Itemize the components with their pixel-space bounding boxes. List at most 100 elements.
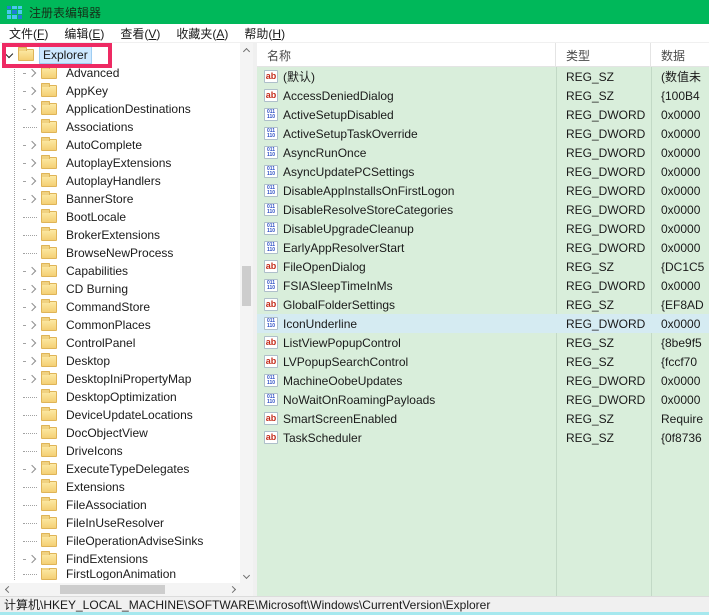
value-row-fsiasleeptimeinms[interactable]: FSIASleepTimeInMs REG_DWORD 0x0000 — [257, 276, 709, 295]
value-row--[interactable]: (默认) REG_SZ (数值未 — [257, 67, 709, 86]
value-row-iconunderline[interactable]: IconUnderline REG_DWORD 0x0000 — [257, 314, 709, 333]
tree-item-commonplaces[interactable]: CommonPlaces — [15, 316, 240, 334]
tree-item-label[interactable]: FileOperationAdviseSinks — [63, 533, 206, 549]
tree-item-label[interactable]: DocObjectView — [63, 425, 151, 441]
tree-item-deviceupdatelocations[interactable]: DeviceUpdateLocations — [15, 406, 240, 424]
tree-item-advanced[interactable]: Advanced — [15, 64, 240, 82]
tree-item-capabilities[interactable]: Capabilities — [15, 262, 240, 280]
value-row-listviewpopupcontrol[interactable]: ListViewPopupControl REG_SZ {8be9f5 — [257, 333, 709, 352]
value-row-asyncrunonce[interactable]: AsyncRunOnce REG_DWORD 0x0000 — [257, 143, 709, 162]
tree-item-label[interactable]: Associations — [63, 119, 136, 135]
tree-item-label[interactable]: CommonPlaces — [63, 317, 154, 333]
tree-item-label[interactable]: FileAssociation — [63, 497, 150, 513]
value-row-earlyappresolverstart[interactable]: EarlyAppResolverStart REG_DWORD 0x0000 — [257, 238, 709, 257]
tree-item-label[interactable]: BrokerExtensions — [63, 227, 163, 243]
value-row-asyncupdatepcsettings[interactable]: AsyncUpdatePCSettings REG_DWORD 0x0000 — [257, 162, 709, 181]
column-header-name[interactable]: 名称 — [257, 43, 556, 66]
tree-item-desktopinipropertymap[interactable]: DesktopIniPropertyMap — [15, 370, 240, 388]
tree-item-autocomplete[interactable]: AutoComplete — [15, 136, 240, 154]
chevron-collapsed-icon[interactable] — [28, 357, 36, 365]
tree-item-label[interactable]: DesktopOptimization — [63, 389, 180, 405]
tree-item-executetypedelegates[interactable]: ExecuteTypeDelegates — [15, 460, 240, 478]
value-row-taskscheduler[interactable]: TaskScheduler REG_SZ {0f8736 — [257, 428, 709, 447]
chevron-collapsed-icon[interactable] — [28, 267, 36, 275]
menu-item-2[interactable]: 编辑(E) — [56, 24, 112, 43]
menu-item-1[interactable]: 文件(F) — [1, 24, 56, 43]
tree-item-docobjectview[interactable]: DocObjectView — [15, 424, 240, 442]
tree-item-label[interactable]: DriveIcons — [63, 443, 126, 459]
tree-item-brokerextensions[interactable]: BrokerExtensions — [15, 226, 240, 244]
chevron-collapsed-icon[interactable] — [28, 285, 36, 293]
scroll-up-icon[interactable] — [240, 43, 253, 56]
chevron-collapsed-icon[interactable] — [28, 177, 36, 185]
chevron-collapsed-icon[interactable] — [28, 339, 36, 347]
chevron-collapsed-icon[interactable] — [28, 321, 36, 329]
menu-item-4[interactable]: 收藏夹(A) — [168, 24, 236, 43]
value-row-disableupgradecleanup[interactable]: DisableUpgradeCleanup REG_DWORD 0x0000 — [257, 219, 709, 238]
tree-item-label[interactable]: DeviceUpdateLocations — [63, 407, 196, 423]
tree-item-browsenewprocess[interactable]: BrowseNewProcess — [15, 244, 240, 262]
tree-vertical-scrollbar[interactable] — [240, 43, 253, 583]
chevron-collapsed-icon[interactable] — [28, 375, 36, 383]
tree-item-bannerstore[interactable]: BannerStore — [15, 190, 240, 208]
column-header-type[interactable]: 类型 — [556, 43, 651, 66]
tree-item-cd-burning[interactable]: CD Burning — [15, 280, 240, 298]
tree-item-firstlogonanimation[interactable]: FirstLogonAnimation — [15, 568, 240, 580]
menu-item-5[interactable]: 帮助(H) — [236, 24, 293, 43]
tree-item-controlpanel[interactable]: ControlPanel — [15, 334, 240, 352]
tree-item-label[interactable]: DesktopIniPropertyMap — [63, 371, 194, 387]
chevron-collapsed-icon[interactable] — [28, 87, 36, 95]
chevron-collapsed-icon[interactable] — [28, 303, 36, 311]
horizontal-scrollbar-thumb[interactable] — [60, 585, 165, 594]
tree-item-label[interactable]: AutoplayHandlers — [63, 173, 164, 189]
tree-item-desktop[interactable]: Desktop — [15, 352, 240, 370]
value-row-accessdenieddialog[interactable]: AccessDeniedDialog REG_SZ {100B4 — [257, 86, 709, 105]
tree-item-label[interactable]: FileInUseResolver — [63, 515, 167, 531]
scroll-down-icon[interactable] — [240, 570, 253, 583]
value-row-lvpopupsearchcontrol[interactable]: LVPopupSearchControl REG_SZ {fccf70 — [257, 352, 709, 371]
tree-item-label[interactable]: ExecuteTypeDelegates — [63, 461, 192, 477]
tree-item-label[interactable]: BrowseNewProcess — [63, 245, 176, 261]
tree-item-label[interactable]: ApplicationDestinations — [63, 101, 194, 117]
tree-item-appkey[interactable]: AppKey — [15, 82, 240, 100]
tree-item-commandstore[interactable]: CommandStore — [15, 298, 240, 316]
scroll-left-icon[interactable] — [0, 583, 13, 596]
tree-item-label[interactable]: AppKey — [63, 83, 111, 99]
tree-item-label[interactable]: Advanced — [63, 65, 122, 81]
chevron-collapsed-icon[interactable] — [28, 465, 36, 473]
value-row-disableresolvestorecategories[interactable]: DisableResolveStoreCategories REG_DWORD … — [257, 200, 709, 219]
value-row-activesetupdisabled[interactable]: ActiveSetupDisabled REG_DWORD 0x0000 — [257, 105, 709, 124]
column-header-data[interactable]: 数据 — [651, 43, 709, 66]
vertical-scrollbar-thumb[interactable] — [242, 266, 251, 306]
tree-item-label[interactable]: Desktop — [63, 353, 113, 369]
value-row-disableappinstallsonfirstlogon[interactable]: DisableAppInstallsOnFirstLogon REG_DWORD… — [257, 181, 709, 200]
tree-item-label[interactable]: CD Burning — [63, 281, 131, 297]
chevron-expanded-icon[interactable] — [5, 49, 13, 57]
value-row-activesetuptaskoverride[interactable]: ActiveSetupTaskOverride REG_DWORD 0x0000 — [257, 124, 709, 143]
tree-item-bootlocale[interactable]: BootLocale — [15, 208, 240, 226]
tree-item-label[interactable]: AutoComplete — [63, 137, 145, 153]
tree-item-extensions[interactable]: Extensions — [15, 478, 240, 496]
chevron-collapsed-icon[interactable] — [28, 195, 36, 203]
tree-item-findextensions[interactable]: FindExtensions — [15, 550, 240, 568]
tree-item-associations[interactable]: Associations — [15, 118, 240, 136]
tree-item-label[interactable]: FirstLogonAnimation — [63, 568, 179, 580]
value-row-globalfoldersettings[interactable]: GlobalFolderSettings REG_SZ {EF8AD — [257, 295, 709, 314]
tree-item-autoplayextensions[interactable]: AutoplayExtensions — [15, 154, 240, 172]
tree-item-label[interactable]: Extensions — [63, 479, 128, 495]
tree-item-fileinuseresolver[interactable]: FileInUseResolver — [15, 514, 240, 532]
tree-item-label[interactable]: ControlPanel — [63, 335, 138, 351]
tree-item-label[interactable]: Explorer — [40, 47, 91, 63]
value-row-machineoobeupdates[interactable]: MachineOobeUpdates REG_DWORD 0x0000 — [257, 371, 709, 390]
value-row-fileopendialog[interactable]: FileOpenDialog REG_SZ {DC1C5 — [257, 257, 709, 276]
scroll-right-icon[interactable] — [227, 583, 240, 596]
chevron-collapsed-icon[interactable] — [28, 159, 36, 167]
tree-horizontal-scrollbar[interactable] — [0, 583, 240, 596]
tree-item-label[interactable]: AutoplayExtensions — [63, 155, 174, 171]
menu-item-3[interactable]: 查看(V) — [112, 24, 168, 43]
tree-item-autoplayhandlers[interactable]: AutoplayHandlers — [15, 172, 240, 190]
tree-item-fileoperationadvisesinks[interactable]: FileOperationAdviseSinks — [15, 532, 240, 550]
value-row-nowaitonroamingpayloads[interactable]: NoWaitOnRoamingPayloads REG_DWORD 0x0000 — [257, 390, 709, 409]
chevron-collapsed-icon[interactable] — [28, 105, 36, 113]
tree-item-fileassociation[interactable]: FileAssociation — [15, 496, 240, 514]
